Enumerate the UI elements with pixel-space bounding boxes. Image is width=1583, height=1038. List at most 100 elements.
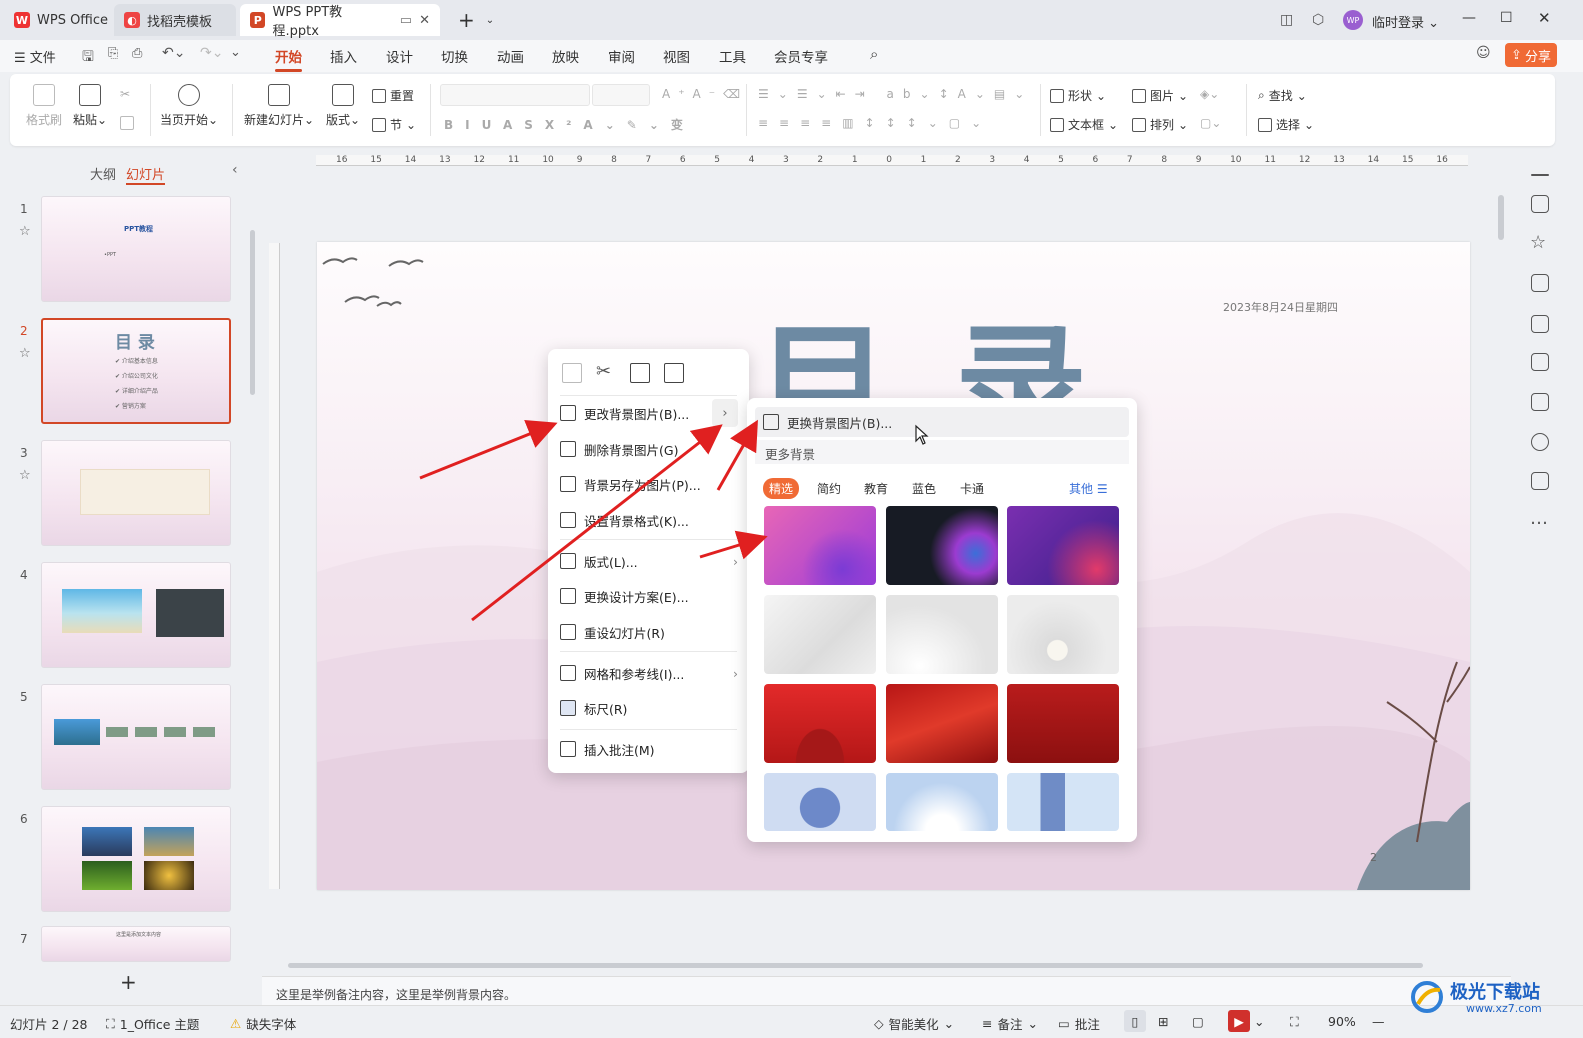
submenu-arrow-icon[interactable]: › — [712, 399, 738, 427]
copy-icon[interactable] — [120, 116, 134, 130]
scroll-thumb[interactable] — [1498, 195, 1504, 240]
insert-comment-item[interactable]: 插入批注(M) — [560, 735, 738, 763]
outline-tab[interactable]: 大纲 — [90, 164, 116, 183]
scroll-thumb[interactable] — [288, 963, 1423, 968]
normal-view-icon[interactable]: ▯ — [1124, 1010, 1146, 1032]
tab-slideshow[interactable]: 放映 — [552, 46, 579, 66]
tab-view[interactable]: 视图 — [663, 46, 690, 66]
filter-education[interactable]: 教育 — [864, 480, 888, 497]
format-painter-button[interactable]: 格式刷 — [26, 84, 62, 128]
chat-icon[interactable]: ☺ — [1476, 45, 1491, 61]
star-icon[interactable]: ☆ — [19, 346, 31, 361]
from-current-button[interactable]: 当页开始⌄ — [160, 84, 218, 128]
tab-transition[interactable]: 切换 — [441, 46, 468, 66]
background-swatch[interactable] — [886, 773, 998, 831]
layout-button[interactable]: 版式⌄ — [326, 84, 360, 128]
filter-simple[interactable]: 简约 — [817, 480, 841, 497]
other-filter-button[interactable]: 其他 ☰ — [1069, 480, 1108, 497]
star-icon[interactable]: ☆ — [1530, 232, 1546, 253]
outline-icon[interactable]: ▢⌄ — [1200, 116, 1221, 130]
minimize-icon[interactable]: — — [1462, 10, 1476, 26]
list-icons[interactable]: ☰⌄☰⌄⇤⇥ ab⌄↕A⌄▤⌄ — [758, 87, 1033, 101]
ruler-item[interactable]: 标尺(R) — [560, 694, 738, 722]
save-background-item[interactable]: 背景另存为图片(P)... — [560, 470, 738, 498]
text-format-icons[interactable]: BIUASX²A⌄✎⌄变 — [444, 116, 695, 133]
missing-font-indicator[interactable]: ⚠ 缺失字体 — [230, 1014, 296, 1033]
save-icon[interactable]: 🖫 — [82, 46, 94, 70]
slide-thumbnail-1[interactable]: PPT教程 •PPT — [41, 196, 231, 302]
slideshow-chevron-icon[interactable]: ⌄ — [1254, 1014, 1264, 1029]
sorter-view-icon[interactable]: ⊞ — [1158, 1014, 1168, 1029]
help-icon[interactable] — [1531, 433, 1549, 451]
close-window-icon[interactable]: ✕ — [1538, 9, 1551, 27]
slide-thumbnail-7[interactable]: 这里是添加文本内容 — [41, 926, 231, 962]
tab-template[interactable]: ◐ 找稻壳模板 — [114, 4, 236, 36]
slide-thumbnail-5[interactable] — [41, 684, 231, 790]
screen-icon[interactable]: ▭ — [400, 13, 412, 28]
find-button[interactable]: ⌕ 查找 ⌄ — [1258, 87, 1307, 104]
background-swatch[interactable] — [764, 773, 876, 831]
section-button[interactable]: 节 ⌄ — [372, 116, 416, 133]
login-button[interactable]: 临时登录 ⌄ — [1372, 12, 1439, 31]
slide-thumbnail-2[interactable]: 目 录 ✔ 介绍基本信息 ✔ 介绍公司文化 ✔ 详细介绍产品 ✔ 营销方案 — [41, 318, 231, 424]
picture-button[interactable]: 图片 ⌄ — [1132, 87, 1188, 104]
export-icon[interactable]: ⎘ — [108, 46, 118, 61]
close-tab-icon[interactable]: ✕ — [419, 13, 430, 28]
undo-icon[interactable]: ↶⌄ — [162, 45, 185, 61]
collapse-icon[interactable] — [1531, 174, 1549, 176]
filter-blue[interactable]: 蓝色 — [912, 480, 936, 497]
cube-icon[interactable]: ⬡ — [1312, 12, 1324, 28]
background-format-item[interactable]: 设置背景格式(K)... — [560, 506, 738, 534]
panel-scrollbar[interactable] — [250, 230, 255, 395]
shape-button[interactable]: 形状 ⌄ — [1050, 87, 1106, 104]
background-swatch[interactable] — [764, 684, 876, 763]
new-slide-button[interactable]: 新建幻灯片⌄ — [244, 84, 314, 128]
background-swatch[interactable] — [886, 595, 998, 674]
paste-picture-icon[interactable] — [664, 363, 684, 383]
tab-document[interactable]: P WPS PPT教程.pptx ▭ ✕ — [240, 4, 440, 39]
theme-indicator[interactable]: ⛶ 1_Office 主题 — [106, 1014, 199, 1033]
star-icon[interactable]: ☆ — [19, 468, 31, 483]
beautify-button[interactable]: ◇ 智能美化 ⌄ — [874, 1014, 954, 1033]
tools-icon[interactable] — [1531, 353, 1549, 371]
font-size-select[interactable] — [592, 84, 650, 106]
reset-slide-item[interactable]: 重设幻灯片(R) — [560, 618, 738, 646]
robot-icon[interactable] — [1531, 472, 1549, 490]
tab-wps-office[interactable]: W WPS Office — [4, 4, 118, 36]
background-swatch[interactable] — [1007, 684, 1119, 763]
background-swatch[interactable] — [1007, 773, 1119, 831]
background-swatch[interactable] — [886, 684, 998, 763]
tab-member[interactable]: 会员专享 — [774, 46, 828, 66]
horizontal-scrollbar[interactable] — [270, 958, 1495, 972]
zoom-level[interactable]: 90% — [1328, 1014, 1356, 1029]
slide-thumbnail-3[interactable] — [41, 440, 231, 546]
background-swatch[interactable] — [764, 506, 876, 585]
delete-background-item[interactable]: 删除背景图片(G) — [560, 435, 738, 463]
more-icon[interactable]: … — [1530, 508, 1548, 529]
notes-pane[interactable]: 这里是举例备注内容，这里是举例背景内容。 — [262, 976, 1511, 1005]
textbox-button[interactable]: 文本框 ⌄ — [1050, 116, 1118, 133]
tab-home[interactable]: 开始 — [275, 46, 302, 72]
tab-insert[interactable]: 插入 — [330, 46, 357, 66]
animation-icon[interactable] — [1531, 315, 1549, 333]
zoom-out-icon[interactable]: — — [1372, 1014, 1385, 1029]
book-icon[interactable] — [1531, 393, 1549, 411]
fit-window-icon[interactable]: ⛶ — [1290, 1014, 1299, 1030]
play-slideshow-icon[interactable]: ▶ — [1228, 1010, 1250, 1032]
paste-button[interactable]: 粘贴⌄ — [73, 84, 107, 128]
font-size-adjust-icons[interactable]: A⁺A⁻⌫ — [662, 87, 748, 101]
paste-icon[interactable] — [630, 363, 650, 383]
settings-sliders-icon[interactable] — [1531, 195, 1549, 213]
replace-background-item[interactable]: 更换背景图片(B)... — [755, 407, 1129, 437]
copy-icon[interactable] — [562, 363, 582, 383]
grid-guides-item[interactable]: 网格和参考线(I)... › — [560, 659, 738, 687]
notes-button[interactable]: ≡ 备注 ⌄ — [982, 1014, 1038, 1033]
comments-button[interactable]: ▭ 批注 — [1058, 1014, 1100, 1033]
slide-date[interactable]: 2023年8月24日星期四 — [1223, 299, 1338, 315]
collapse-panel-icon[interactable]: ‹ — [232, 162, 238, 178]
change-design-item[interactable]: 更换设计方案(E)... — [560, 582, 738, 610]
background-swatch[interactable] — [1007, 506, 1119, 585]
cut-icon[interactable]: ✂ — [596, 361, 611, 382]
avatar[interactable]: WP — [1343, 10, 1363, 30]
layout-item[interactable]: 版式(L)... › — [560, 547, 738, 575]
